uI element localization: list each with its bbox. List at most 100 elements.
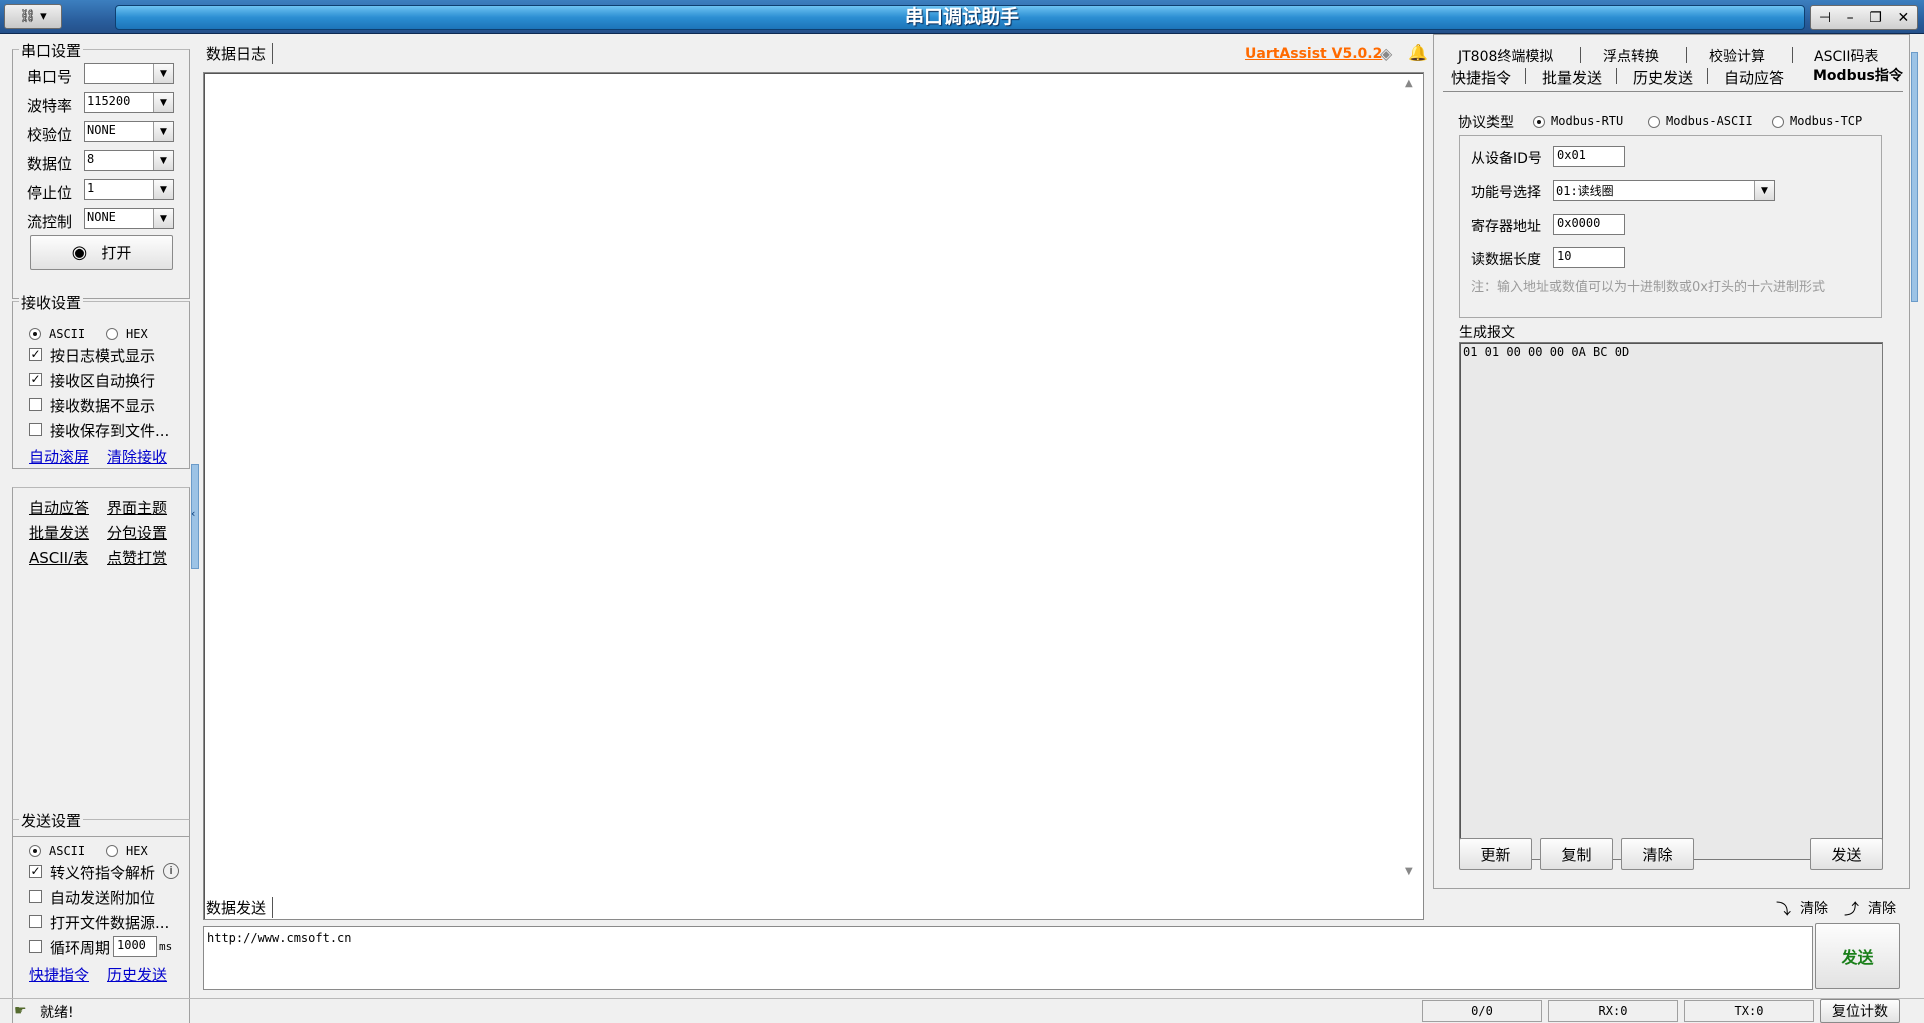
chevron-down-icon: ▼ — [1754, 181, 1774, 200]
read-len-input[interactable]: 10 — [1553, 247, 1625, 268]
tab-float-convert[interactable]: 浮点转换 — [1603, 46, 1659, 66]
clear-recv-link[interactable]: 清除接收 — [107, 446, 167, 467]
reg-addr-label: 寄存器地址 — [1471, 219, 1541, 235]
version-link[interactable]: UartAssist V5.0.2 — [1245, 46, 1382, 62]
tab-auto-reply[interactable]: 自动应答 — [1724, 67, 1784, 88]
function-select[interactable]: 01:读线圈 ▼ — [1553, 180, 1775, 201]
clear-send-button[interactable]: 清除 — [1800, 898, 1828, 918]
parity-select[interactable]: NONE ▼ — [84, 121, 174, 142]
system-menu-button[interactable]: ⛓ ▾ — [4, 4, 62, 29]
minimize-icon[interactable]: – — [1847, 10, 1854, 26]
tab-data-send[interactable]: 数据发送 — [206, 897, 274, 918]
batch-send-link[interactable]: 批量发送 — [29, 522, 89, 543]
filesource-label: 打开文件数据源... — [50, 914, 170, 932]
data-log-textarea[interactable] — [203, 72, 1424, 920]
protocol-tcp-radio[interactable] — [1772, 116, 1784, 128]
recv-ascii-radio[interactable] — [29, 328, 41, 340]
send-button[interactable]: 发送 — [1815, 923, 1900, 989]
info-icon[interactable]: i — [163, 863, 179, 879]
port-label: 串口号 — [27, 68, 73, 86]
loop-label: 循环周期 — [50, 939, 111, 957]
tab-history-send[interactable]: 历史发送 — [1633, 67, 1693, 88]
window-client: 串口设置 串口号 ▼ 波特率 115200 ▼ 校验位 NONE ▼ 数据位 8 ▼ … — [0, 34, 1924, 1023]
log-mode-checkbox[interactable]: ✓ — [29, 348, 42, 361]
packet-settings-link[interactable]: 分包设置 — [107, 522, 167, 543]
update-button[interactable]: 更新 — [1459, 838, 1532, 870]
send-hex-radio[interactable] — [106, 845, 118, 857]
copy-button[interactable]: 复制 — [1540, 838, 1613, 870]
flow-select[interactable]: NONE ▼ — [84, 208, 174, 229]
clear-send-arrow-icon[interactable]: ⤵ — [1776, 898, 1791, 919]
record-icon: ◉ — [71, 242, 88, 263]
tip-link[interactable]: 点赞打赏 — [107, 547, 167, 568]
slave-id-input[interactable]: 0x01 — [1553, 146, 1625, 167]
nodisplay-checkbox[interactable] — [29, 398, 42, 411]
databits-select[interactable]: 8 ▼ — [84, 150, 174, 171]
loop-checkbox[interactable] — [29, 940, 42, 953]
clear-recv-arrow-icon[interactable]: ⤴ — [1844, 898, 1859, 919]
tab-checksum[interactable]: 校验计算 — [1709, 46, 1765, 66]
tab-quick-cmd[interactable]: 快捷指令 — [1451, 67, 1511, 88]
status-rx: RX:0 — [1548, 1000, 1678, 1022]
protocol-rtu-radio[interactable] — [1533, 116, 1545, 128]
tab-jt808[interactable]: JT808终端模拟 — [1458, 46, 1553, 66]
diamond-icon[interactable]: ◈ — [1380, 44, 1392, 63]
stopbits-select[interactable]: 1 ▼ — [84, 179, 174, 200]
protocol-ascii-label: Modbus-ASCII — [1666, 114, 1753, 128]
scroll-down-icon[interactable]: ▼ — [1405, 866, 1413, 877]
status-counter: 0/0 — [1422, 1000, 1542, 1022]
chevron-down-icon: ▼ — [153, 93, 173, 112]
send-hex-label: HEX — [126, 844, 148, 858]
chevron-down-icon: ▼ — [153, 151, 173, 170]
tab-batch-send[interactable]: 批量发送 — [1542, 67, 1602, 88]
loop-period-input[interactable]: 1000 — [113, 936, 157, 957]
recv-hex-label: HEX — [126, 327, 148, 341]
tab-separator — [1792, 47, 1793, 63]
send-textarea[interactable]: http://www.cmsoft.cn — [203, 926, 1813, 990]
reg-addr-input[interactable]: 0x0000 — [1553, 214, 1625, 235]
savefile-checkbox[interactable] — [29, 423, 42, 436]
scroll-up-icon[interactable]: ▲ — [1405, 78, 1413, 89]
autowrap-label: 接收区自动换行 — [50, 372, 156, 390]
port-select[interactable]: ▼ — [84, 63, 174, 84]
clear-recv-button[interactable]: 清除 — [1868, 898, 1896, 918]
right-panel-scrollbar[interactable] — [1911, 52, 1918, 302]
pin-icon[interactable]: ⊣ — [1819, 10, 1831, 26]
protocol-ascii-radio[interactable] — [1648, 116, 1660, 128]
appendbit-checkbox[interactable] — [29, 890, 42, 903]
escape-checkbox[interactable]: ✓ — [29, 865, 42, 878]
protocol-tcp-label: Modbus-TCP — [1790, 114, 1863, 128]
appendbit-label: 自动发送附加位 — [50, 889, 156, 907]
open-port-button[interactable]: ◉ 打开 — [30, 235, 173, 270]
loop-unit-label: ms — [159, 940, 173, 953]
recv-hex-radio[interactable] — [106, 328, 118, 340]
baud-select[interactable]: 115200 ▼ — [84, 92, 174, 113]
modbus-note: 注：输入地址或数值可以为十进制数或0x打头的十六进制形式 — [1471, 280, 1825, 295]
history-send-link[interactable]: 历史发送 — [107, 964, 167, 985]
ascii-table-link[interactable]: ASCII/表 — [29, 547, 88, 568]
tab-separator — [1707, 68, 1708, 84]
chevron-down-icon: ▼ — [153, 122, 173, 141]
quick-cmd-link[interactable]: 快捷指令 — [29, 964, 89, 985]
network-icon: ⛓ — [19, 9, 36, 24]
auto-reply-link[interactable]: 自动应答 — [29, 497, 89, 518]
ui-theme-link[interactable]: 界面主题 — [107, 497, 167, 518]
close-icon[interactable]: ✕ — [1897, 10, 1909, 26]
chevron-left-icon: ‹ — [191, 507, 196, 520]
restore-icon[interactable]: ❐ — [1869, 10, 1882, 26]
send-ascii-radio[interactable] — [29, 845, 41, 857]
autoscroll-link[interactable]: 自动滚屏 — [29, 446, 89, 467]
reset-count-button[interactable]: 复位计数 — [1820, 999, 1900, 1023]
autowrap-checkbox[interactable]: ✓ — [29, 373, 42, 386]
tab-data-log[interactable]: 数据日志 — [206, 43, 274, 64]
generated-message-textarea[interactable]: 01 01 00 00 00 0A BC 0D — [1459, 342, 1883, 860]
databits-label: 数据位 — [27, 155, 73, 173]
filesource-checkbox[interactable] — [29, 915, 42, 928]
nodisplay-label: 接收数据不显示 — [50, 397, 156, 415]
sidebar-collapse-handle[interactable]: ‹ — [191, 464, 199, 569]
clear-button[interactable]: 清除 — [1621, 838, 1694, 870]
tab-ascii-table[interactable]: ASCII码表 — [1814, 46, 1879, 66]
modbus-send-button[interactable]: 发送 — [1810, 838, 1883, 870]
tab-modbus[interactable]: Modbus指令 — [1813, 65, 1903, 85]
bell-icon[interactable]: 🔔 — [1408, 43, 1428, 62]
